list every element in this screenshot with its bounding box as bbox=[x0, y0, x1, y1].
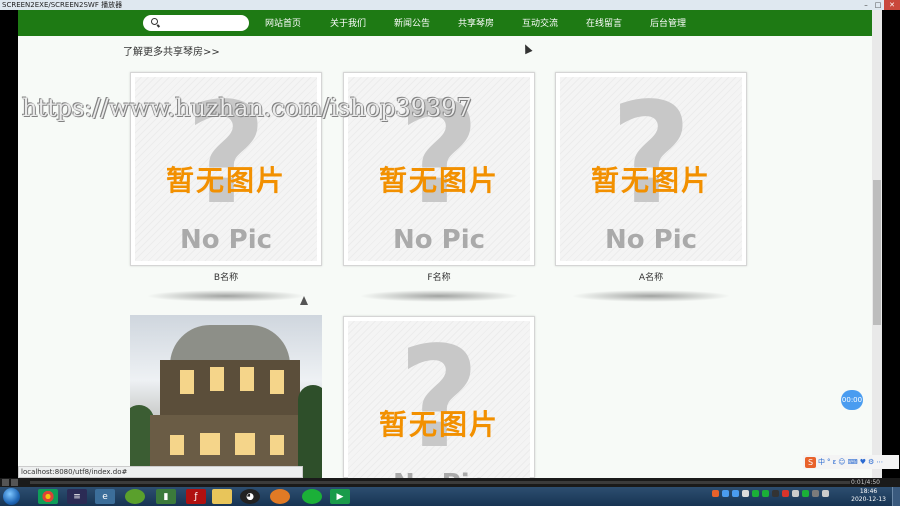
more-rooms-link[interactable]: 了解更多共享琴房>> bbox=[123, 43, 220, 58]
app-icon[interactable]: ≡ bbox=[67, 489, 87, 504]
app-orange-icon[interactable] bbox=[270, 489, 290, 504]
system-tray[interactable] bbox=[712, 490, 829, 497]
nav-interaction[interactable]: 互动交流 bbox=[522, 16, 558, 29]
app-green-icon[interactable] bbox=[125, 489, 145, 504]
ime-mode[interactable]: 中 bbox=[818, 457, 825, 467]
pause-icon[interactable] bbox=[11, 479, 18, 486]
qq-icon[interactable]: ◕ bbox=[240, 489, 260, 504]
room-name-3[interactable]: A名称 bbox=[556, 270, 746, 283]
page-scrollbar[interactable] bbox=[872, 10, 882, 478]
no-image-placeholder: ? 暂无图片 No Pic bbox=[560, 77, 742, 261]
start-button[interactable] bbox=[3, 488, 20, 505]
maximize-button[interactable]: □ bbox=[872, 0, 884, 10]
watermark: https://www.huzhan.com/ishop39397 bbox=[22, 94, 472, 122]
tray-icon bbox=[732, 490, 739, 497]
scrollbar-thumb[interactable] bbox=[873, 180, 881, 325]
nav-admin[interactable]: 后台管理 bbox=[650, 16, 686, 29]
seek-bar[interactable] bbox=[30, 481, 850, 484]
ime-settings-icon[interactable]: ⚙ bbox=[868, 458, 874, 466]
ime-width-icon[interactable]: ε bbox=[833, 458, 837, 466]
search-input[interactable] bbox=[143, 15, 249, 31]
ime-emoji-icon[interactable]: ☺ bbox=[838, 458, 845, 466]
tray-icon bbox=[762, 490, 769, 497]
volume-icon bbox=[822, 490, 829, 497]
ime-toolbar[interactable]: S 中 ° ε ☺ ⌨ ♥ ⚙ ⋯ bbox=[803, 455, 899, 469]
search-icon bbox=[151, 18, 158, 25]
ie-icon[interactable]: e bbox=[95, 489, 115, 504]
card-shadow bbox=[146, 290, 306, 302]
tray-icon bbox=[792, 490, 799, 497]
wechat-icon[interactable] bbox=[302, 489, 322, 504]
flash-icon[interactable]: ƒ bbox=[186, 489, 206, 504]
recorder-icon[interactable]: ▶ bbox=[330, 489, 350, 504]
close-button[interactable]: ✕ bbox=[884, 0, 900, 10]
window-title: SCREEN2EXE/SCREEN2SWF 播放器 bbox=[2, 1, 123, 9]
nav-about[interactable]: 关于我们 bbox=[330, 16, 366, 29]
ime-skin-icon[interactable]: ♥ bbox=[860, 458, 866, 466]
sogou-icon[interactable]: S bbox=[805, 456, 816, 468]
nav-messages[interactable]: 在线留言 bbox=[586, 16, 622, 29]
player-controls: 0:01/4:50 bbox=[0, 478, 900, 487]
window-controls: – □ ✕ bbox=[860, 0, 900, 10]
ime-keyboard-icon[interactable]: ⌨ bbox=[848, 458, 858, 466]
room-name-1[interactable]: B名称 bbox=[131, 270, 321, 283]
taskbar: ≡ e ▮ ƒ ◕ ▶ 18:46 2020-12-13 bbox=[0, 487, 900, 506]
card-shadow bbox=[359, 290, 519, 302]
ime-punct-icon[interactable]: ° bbox=[827, 458, 831, 466]
tray-icon bbox=[712, 490, 719, 497]
nav-news[interactable]: 新闻公告 bbox=[394, 16, 430, 29]
ime-more-icon[interactable]: ⋯ bbox=[876, 458, 883, 466]
tray-icon bbox=[772, 490, 779, 497]
room-card-3[interactable]: ? 暂无图片 No Pic bbox=[555, 72, 747, 266]
tray-icon bbox=[802, 490, 809, 497]
web-page: 网站首页 关于我们 新闻公告 共享琴房 互动交流 在线留言 后台管理 了解更多共… bbox=[18, 10, 872, 478]
window-title-bar: SCREEN2EXE/SCREEN2SWF 播放器 – □ ✕ bbox=[0, 0, 900, 10]
top-nav: 网站首页 关于我们 新闻公告 共享琴房 互动交流 在线留言 后台管理 bbox=[18, 10, 872, 36]
hand-cursor bbox=[300, 296, 308, 305]
screen: SCREEN2EXE/SCREEN2SWF 播放器 – □ ✕ 网站首页 关于我… bbox=[0, 0, 900, 506]
tray-icon bbox=[782, 490, 789, 497]
chrome-icon[interactable] bbox=[38, 489, 58, 504]
tray-icon bbox=[742, 490, 749, 497]
room-photo-house[interactable] bbox=[130, 315, 322, 478]
nav-home[interactable]: 网站首页 bbox=[265, 16, 301, 29]
float-timer-badge[interactable]: 00:00 bbox=[841, 390, 863, 410]
chart-icon[interactable]: ▮ bbox=[156, 489, 176, 504]
status-url: localhost:8080/utf8/index.do# bbox=[18, 466, 303, 478]
folder-icon[interactable] bbox=[212, 489, 232, 504]
card-shadow bbox=[571, 290, 731, 302]
tray-icon bbox=[722, 490, 729, 497]
player-time: 0:01/4:50 bbox=[851, 479, 880, 486]
tray-icon bbox=[812, 490, 819, 497]
room-card-5[interactable]: ? 暂无图片 No Pic bbox=[343, 316, 535, 478]
room-name-2[interactable]: F名称 bbox=[344, 270, 534, 283]
clock[interactable]: 18:46 2020-12-13 bbox=[851, 488, 886, 504]
tray-icon bbox=[752, 490, 759, 497]
nav-shared-rooms[interactable]: 共享琴房 bbox=[458, 16, 494, 29]
no-image-placeholder: ? 暂无图片 No Pic bbox=[348, 321, 530, 478]
minimize-button[interactable]: – bbox=[860, 0, 872, 10]
show-desktop-button[interactable] bbox=[892, 487, 900, 506]
play-icon[interactable] bbox=[2, 479, 9, 486]
